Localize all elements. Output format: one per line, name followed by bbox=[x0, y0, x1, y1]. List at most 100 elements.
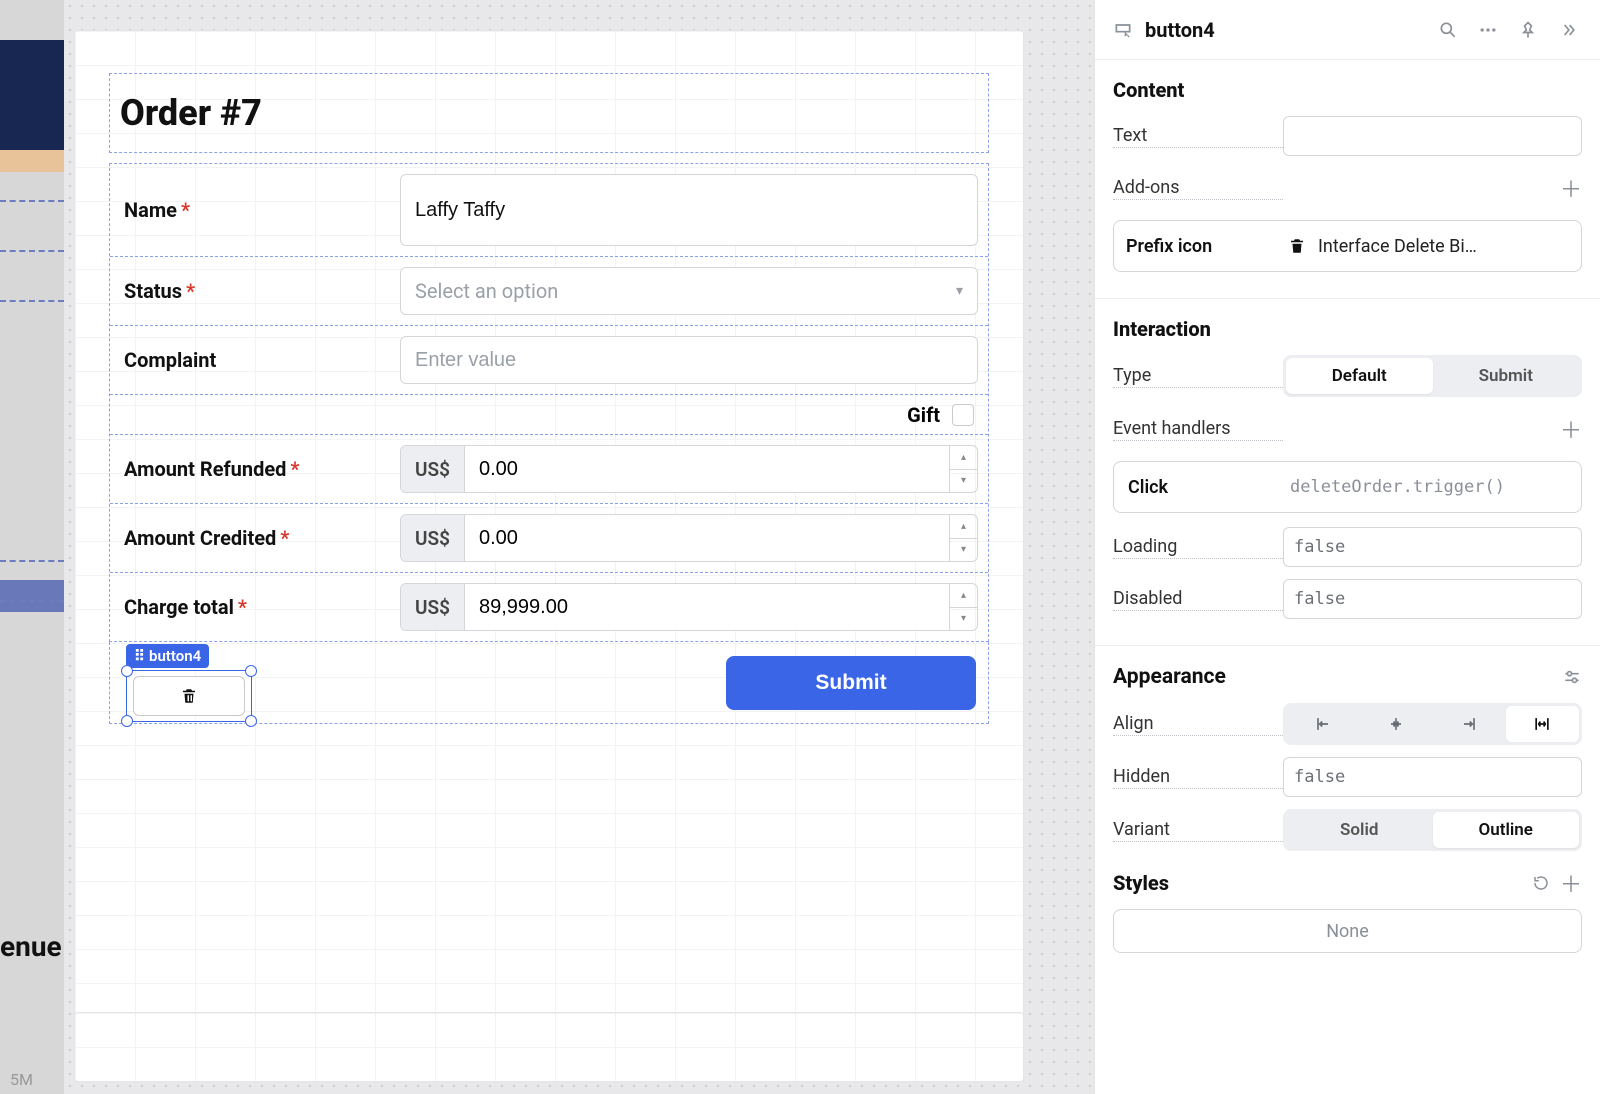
styles-empty[interactable]: None bbox=[1113, 909, 1582, 953]
selected-component[interactable]: ⠿ button4 bbox=[126, 644, 252, 722]
section-content: Content Text Add-ons ＋ Prefix icon Inter… bbox=[1113, 78, 1582, 272]
field-row-gift: Gift bbox=[110, 394, 988, 434]
label-complaint: Complaint bbox=[124, 348, 216, 372]
section-heading-interaction: Interaction bbox=[1113, 317, 1582, 341]
selection-bounds[interactable] bbox=[126, 670, 252, 722]
prop-label-text: Text bbox=[1113, 125, 1283, 148]
text-input-field[interactable] bbox=[1283, 116, 1582, 156]
step-down-icon: ▾ bbox=[950, 608, 977, 631]
appearance-settings-icon[interactable] bbox=[1562, 667, 1582, 687]
required-asterisk: * bbox=[186, 279, 195, 303]
form-container[interactable]: Name * Status * Select an option ▾ bbox=[109, 163, 989, 642]
divider bbox=[1095, 298, 1600, 299]
status-placeholder: Select an option bbox=[415, 279, 558, 303]
add-style-button[interactable]: ＋ bbox=[1560, 867, 1582, 899]
label-name: Name bbox=[124, 198, 177, 222]
label-amount-refunded: Amount Refunded bbox=[124, 457, 286, 481]
title-container[interactable]: Order #7 bbox=[109, 73, 989, 153]
resize-handle[interactable] bbox=[245, 665, 257, 677]
pin-icon[interactable] bbox=[1514, 16, 1542, 44]
label-amount-credited: Amount Credited bbox=[124, 526, 276, 550]
resize-handle[interactable] bbox=[121, 715, 133, 727]
prop-label-hidden: Hidden bbox=[1113, 766, 1283, 789]
submit-button[interactable]: Submit bbox=[726, 656, 976, 710]
loading-input[interactable] bbox=[1283, 527, 1582, 567]
number-stepper[interactable]: ▴▾ bbox=[949, 584, 977, 630]
drag-grip-icon[interactable]: ⠿ bbox=[134, 647, 143, 665]
component-icon bbox=[1113, 20, 1133, 40]
form-panel[interactable]: Order #7 Name * Status * Sele bbox=[74, 30, 1024, 1070]
prop-label-event-handlers: Event handlers bbox=[1113, 418, 1283, 441]
reset-styles-icon[interactable] bbox=[1532, 874, 1550, 892]
prop-label-align: Align bbox=[1113, 713, 1283, 736]
label-status: Status bbox=[124, 279, 182, 303]
section-interaction: Interaction Type Default Submit Event ha… bbox=[1113, 317, 1582, 619]
amount-refunded-input[interactable] bbox=[465, 446, 949, 492]
field-row-complaint: Complaint bbox=[110, 325, 988, 394]
disabled-input[interactable] bbox=[1283, 579, 1582, 619]
type-option-default[interactable]: Default bbox=[1286, 358, 1433, 394]
add-handler-button[interactable]: ＋ bbox=[1560, 419, 1582, 444]
charge-total-input-wrap: US$ ▴▾ bbox=[400, 583, 978, 631]
gift-checkbox[interactable] bbox=[952, 404, 974, 426]
amount-credited-input-wrap: US$ ▴▾ bbox=[400, 514, 978, 562]
event-handler-row[interactable]: Click deleteOrder.trigger() bbox=[1113, 461, 1582, 513]
required-asterisk: * bbox=[238, 595, 247, 619]
bg-text: enue bbox=[0, 930, 62, 963]
status-select[interactable]: Select an option ▾ bbox=[400, 267, 978, 315]
expand-icon[interactable] bbox=[1554, 16, 1582, 44]
secondary-panel[interactable] bbox=[74, 1012, 1024, 1082]
trash-icon bbox=[1288, 237, 1306, 255]
align-stretch-option[interactable] bbox=[1506, 706, 1579, 742]
required-asterisk: * bbox=[181, 198, 190, 222]
step-up-icon: ▴ bbox=[950, 446, 977, 470]
field-row-charge-total: Charge total * US$ ▴▾ bbox=[110, 572, 988, 641]
align-segmented bbox=[1283, 703, 1582, 745]
section-heading-appearance: Appearance bbox=[1113, 664, 1562, 689]
charge-total-input[interactable] bbox=[465, 584, 949, 630]
field-row-amount-credited: Amount Credited * US$ ▴▾ bbox=[110, 503, 988, 572]
required-asterisk: * bbox=[280, 526, 289, 550]
align-center-option[interactable] bbox=[1359, 706, 1432, 742]
resize-handle[interactable] bbox=[121, 665, 133, 677]
amount-credited-input[interactable] bbox=[465, 515, 949, 561]
step-up-icon: ▴ bbox=[950, 515, 977, 539]
complaint-input[interactable] bbox=[400, 336, 978, 384]
prop-label-disabled: Disabled bbox=[1113, 588, 1283, 611]
number-stepper[interactable]: ▴▾ bbox=[949, 515, 977, 561]
addon-prefix-icon-row[interactable]: Prefix icon Interface Delete Bi… bbox=[1113, 220, 1582, 272]
divider bbox=[1095, 645, 1600, 646]
addon-value: Interface Delete Bi… bbox=[1318, 236, 1569, 257]
bg-axis-label: 5M bbox=[10, 1070, 33, 1089]
label-charge-total: Charge total bbox=[124, 595, 234, 619]
field-row-amount-refunded: Amount Refunded * US$ ▴▾ bbox=[110, 434, 988, 503]
currency-prefix: US$ bbox=[401, 446, 465, 492]
align-right-option[interactable] bbox=[1433, 706, 1506, 742]
align-left-option[interactable] bbox=[1286, 706, 1359, 742]
hidden-input[interactable] bbox=[1283, 757, 1582, 797]
currency-prefix: US$ bbox=[401, 515, 465, 561]
add-addon-button[interactable]: ＋ bbox=[1560, 178, 1582, 203]
prop-label-styles: Styles bbox=[1113, 871, 1532, 895]
step-up-icon: ▴ bbox=[950, 584, 977, 608]
more-icon[interactable] bbox=[1474, 16, 1502, 44]
selection-label: button4 bbox=[149, 647, 201, 665]
editor-canvas[interactable]: Order #7 Name * Status * Sele bbox=[64, 0, 1094, 1094]
inspector-title: button4 bbox=[1145, 18, 1422, 42]
handler-event: Click bbox=[1128, 477, 1278, 498]
search-icon[interactable] bbox=[1434, 16, 1462, 44]
step-down-icon: ▾ bbox=[950, 470, 977, 493]
name-input[interactable] bbox=[400, 174, 978, 246]
background-app-sliver: enue 5M bbox=[0, 0, 64, 1094]
section-appearance: Appearance Align Hidden bbox=[1113, 664, 1582, 953]
variant-option-outline[interactable]: Outline bbox=[1433, 812, 1580, 848]
page-title: Order #7 bbox=[120, 92, 978, 134]
type-segmented: Default Submit bbox=[1283, 355, 1582, 397]
resize-handle[interactable] bbox=[245, 715, 257, 727]
number-stepper[interactable]: ▴▾ bbox=[949, 446, 977, 492]
variant-option-solid[interactable]: Solid bbox=[1286, 812, 1433, 848]
selection-tag[interactable]: ⠿ button4 bbox=[126, 644, 209, 668]
section-heading-content: Content bbox=[1113, 78, 1582, 102]
type-option-submit[interactable]: Submit bbox=[1433, 358, 1580, 394]
delete-button[interactable] bbox=[133, 676, 245, 716]
